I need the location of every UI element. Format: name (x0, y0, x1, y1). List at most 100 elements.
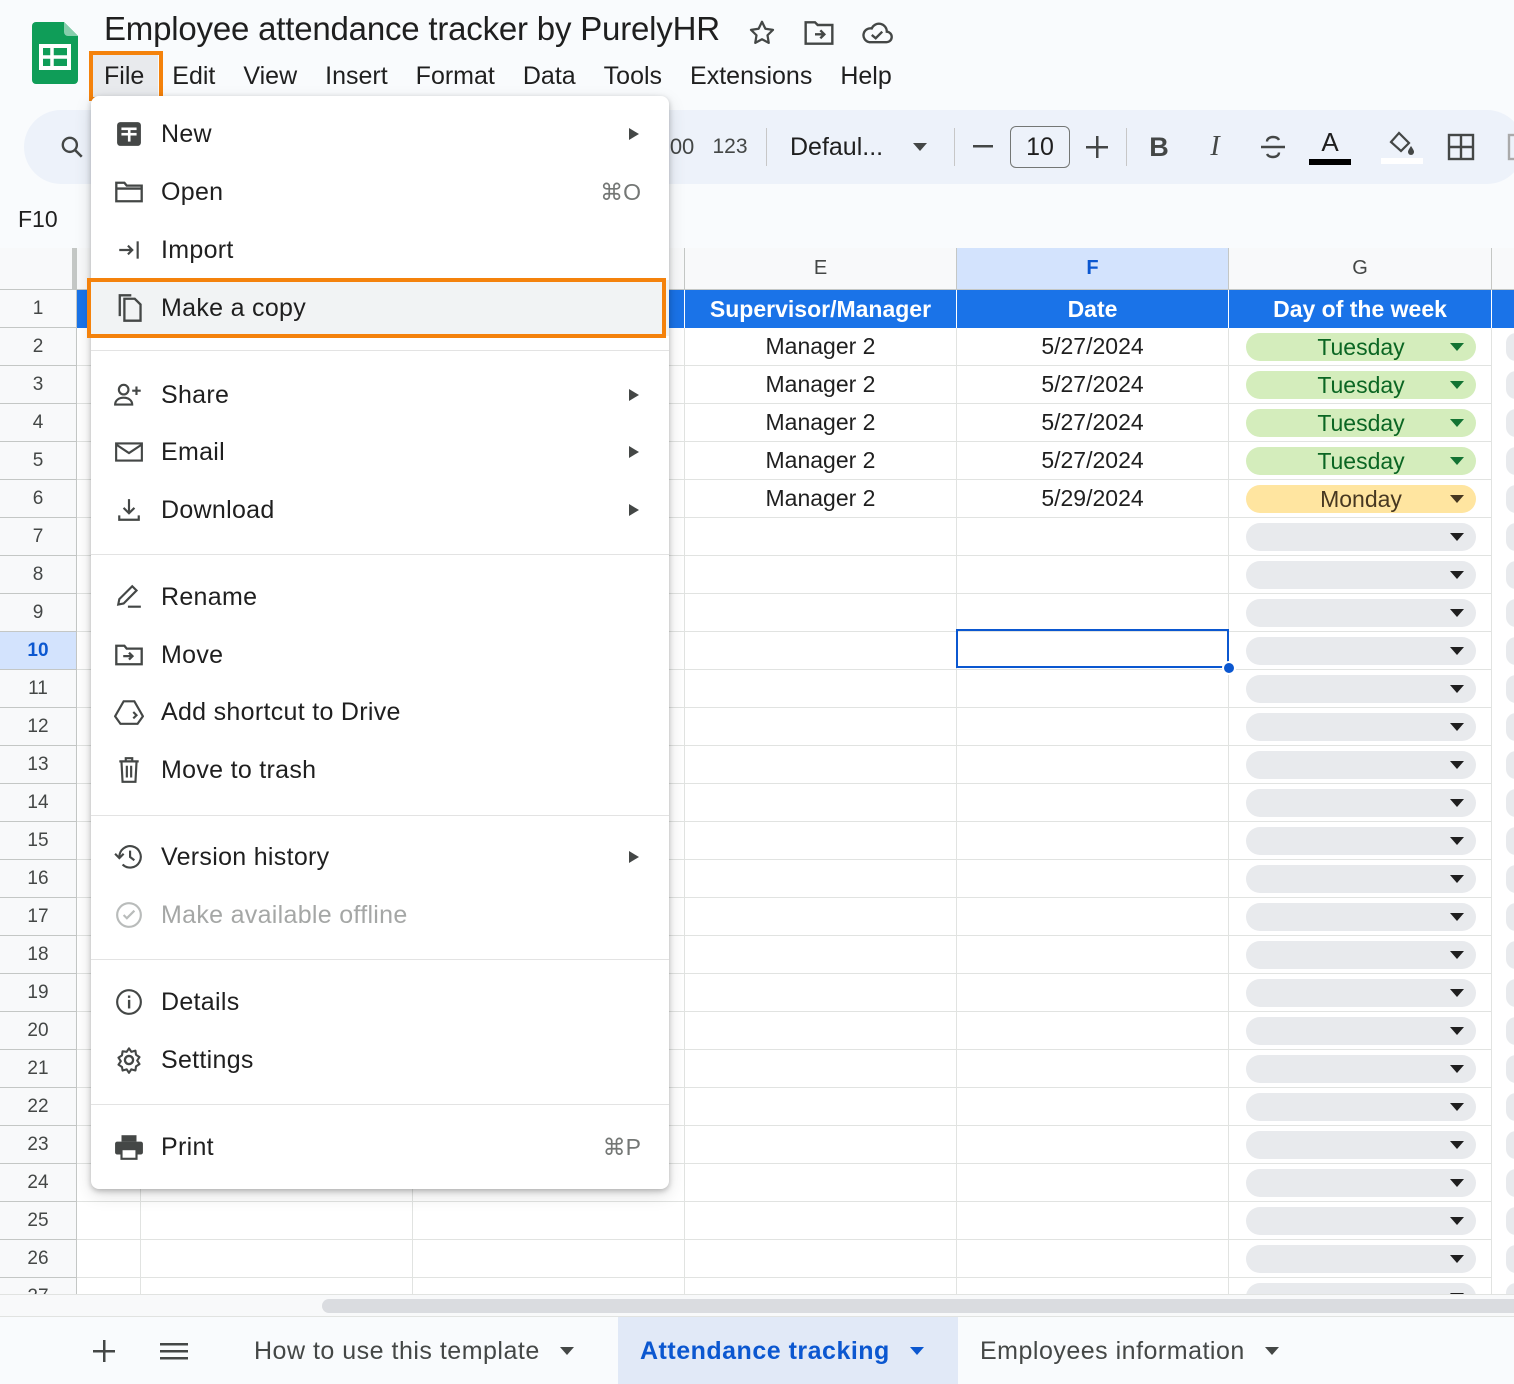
row-header[interactable]: 22 (0, 1088, 77, 1126)
next-column-chip[interactable] (1506, 1169, 1514, 1197)
column-header-f[interactable]: F (957, 248, 1229, 290)
grid-cell[interactable]: 5/27/2024 (957, 328, 1229, 366)
day-dropdown-chip[interactable]: Monday (1246, 485, 1476, 513)
next-column-chip[interactable] (1506, 675, 1514, 703)
increase-font-size-icon[interactable] (1082, 110, 1112, 184)
all-sheets-icon[interactable] (158, 1317, 190, 1384)
row-header[interactable]: 27 (0, 1278, 77, 1294)
add-sheet-icon[interactable] (88, 1317, 120, 1384)
grid-cell[interactable] (685, 1050, 957, 1088)
next-column-chip[interactable] (1506, 941, 1514, 969)
grid-cell[interactable]: 5/27/2024 (957, 442, 1229, 480)
menu-data[interactable]: Data (509, 54, 590, 98)
day-dropdown-chip[interactable] (1246, 1207, 1476, 1235)
column-header-g[interactable]: G (1229, 248, 1492, 290)
star-icon[interactable] (745, 16, 779, 50)
grid-cell[interactable] (685, 1164, 957, 1202)
grid-cell[interactable]: 5/27/2024 (957, 404, 1229, 442)
row-header[interactable]: 19 (0, 974, 77, 1012)
grid-cell[interactable] (957, 974, 1229, 1012)
fill-handle[interactable] (1222, 661, 1236, 675)
grid-cell[interactable] (957, 708, 1229, 746)
cell-name-box[interactable]: F10 (18, 206, 58, 233)
menu-item-download[interactable]: Download (91, 484, 669, 536)
grid-cell[interactable] (685, 518, 957, 556)
row-header[interactable]: 21 (0, 1050, 77, 1088)
day-dropdown-chip[interactable]: Tuesday (1246, 447, 1476, 475)
grid-cell[interactable]: 5/29/2024 (957, 480, 1229, 518)
grid-cell[interactable] (957, 746, 1229, 784)
grid-cell[interactable]: Manager 2 (685, 442, 957, 480)
next-column-chip[interactable] (1506, 827, 1514, 855)
grid-cell[interactable] (957, 898, 1229, 936)
menu-insert[interactable]: Insert (311, 54, 402, 98)
grid-cell[interactable] (685, 1240, 957, 1278)
cloud-saved-icon[interactable] (860, 16, 894, 50)
next-column-chip[interactable] (1506, 409, 1514, 437)
grid-cell[interactable] (957, 784, 1229, 822)
grid-cell[interactable]: Manager 2 (685, 328, 957, 366)
grid-cell[interactable] (413, 1278, 685, 1294)
day-dropdown-chip[interactable] (1246, 1017, 1476, 1045)
grid-cell[interactable] (685, 1278, 957, 1294)
row-header[interactable]: 8 (0, 556, 77, 594)
grid-cell[interactable] (957, 1240, 1229, 1278)
header-cell-extra[interactable] (1492, 290, 1514, 328)
menu-item-email[interactable]: Email (91, 426, 669, 478)
next-column-chip[interactable] (1506, 789, 1514, 817)
next-column-chip[interactable] (1506, 751, 1514, 779)
day-dropdown-chip[interactable] (1246, 751, 1476, 779)
next-column-chip[interactable] (1506, 1055, 1514, 1083)
grid-cell[interactable] (957, 518, 1229, 556)
day-dropdown-chip[interactable] (1246, 599, 1476, 627)
day-dropdown-chip[interactable] (1246, 827, 1476, 855)
grid-cell[interactable] (957, 1126, 1229, 1164)
document-title[interactable]: Employee attendance tracker by PurelyHR (104, 10, 720, 48)
next-column-chip[interactable] (1506, 1283, 1514, 1294)
row-header[interactable]: 4 (0, 404, 77, 442)
grid-cell[interactable] (685, 708, 957, 746)
next-column-chip[interactable] (1506, 979, 1514, 1007)
row-header[interactable]: 5 (0, 442, 77, 480)
grid-cell[interactable] (685, 784, 957, 822)
grid-cell[interactable] (685, 1126, 957, 1164)
grid-cell[interactable] (957, 936, 1229, 974)
row-header[interactable]: 12 (0, 708, 77, 746)
header-cell-supervisor[interactable]: Supervisor/Manager (685, 290, 957, 328)
text-color-icon[interactable]: A (1308, 110, 1352, 184)
next-column-chip[interactable] (1506, 903, 1514, 931)
grid-cell[interactable] (77, 1240, 141, 1278)
menu-help[interactable]: Help (826, 54, 905, 98)
sheet-tab-employees[interactable]: Employees information (962, 1317, 1297, 1384)
next-column-chip[interactable] (1506, 1207, 1514, 1235)
grid-cell[interactable] (957, 556, 1229, 594)
borders-icon[interactable] (1444, 110, 1478, 184)
next-column-chip[interactable] (1506, 637, 1514, 665)
menu-item-new[interactable]: New (91, 108, 669, 160)
grid-cell[interactable] (957, 670, 1229, 708)
scrollbar-thumb[interactable] (322, 1299, 1514, 1313)
grid-cell[interactable]: Manager 2 (685, 404, 957, 442)
sheet-tab-how-to-use[interactable]: How to use this template (236, 1317, 592, 1384)
select-all-corner[interactable] (0, 248, 77, 290)
font-size-input[interactable]: 10 (1010, 126, 1070, 168)
grid-cell[interactable] (957, 1088, 1229, 1126)
row-header[interactable]: 20 (0, 1012, 77, 1050)
fill-color-icon[interactable] (1380, 110, 1424, 184)
row-header[interactable]: 24 (0, 1164, 77, 1202)
row-header[interactable]: 10 (0, 632, 77, 670)
grid-cell[interactable] (685, 974, 957, 1012)
header-cell-day[interactable]: Day of the week (1229, 290, 1492, 328)
grid-cell[interactable]: Manager 2 (685, 480, 957, 518)
grid-cell[interactable] (685, 822, 957, 860)
grid-cell[interactable] (685, 1012, 957, 1050)
next-column-chip[interactable] (1506, 1131, 1514, 1159)
day-dropdown-chip[interactable] (1246, 675, 1476, 703)
next-column-chip[interactable] (1506, 865, 1514, 893)
row-header[interactable]: 23 (0, 1126, 77, 1164)
day-dropdown-chip[interactable] (1246, 1093, 1476, 1121)
move-folder-icon[interactable] (802, 16, 836, 50)
menu-view[interactable]: View (229, 54, 311, 98)
menu-item-details[interactable]: Details (91, 976, 669, 1028)
day-dropdown-chip[interactable]: Tuesday (1246, 333, 1476, 361)
